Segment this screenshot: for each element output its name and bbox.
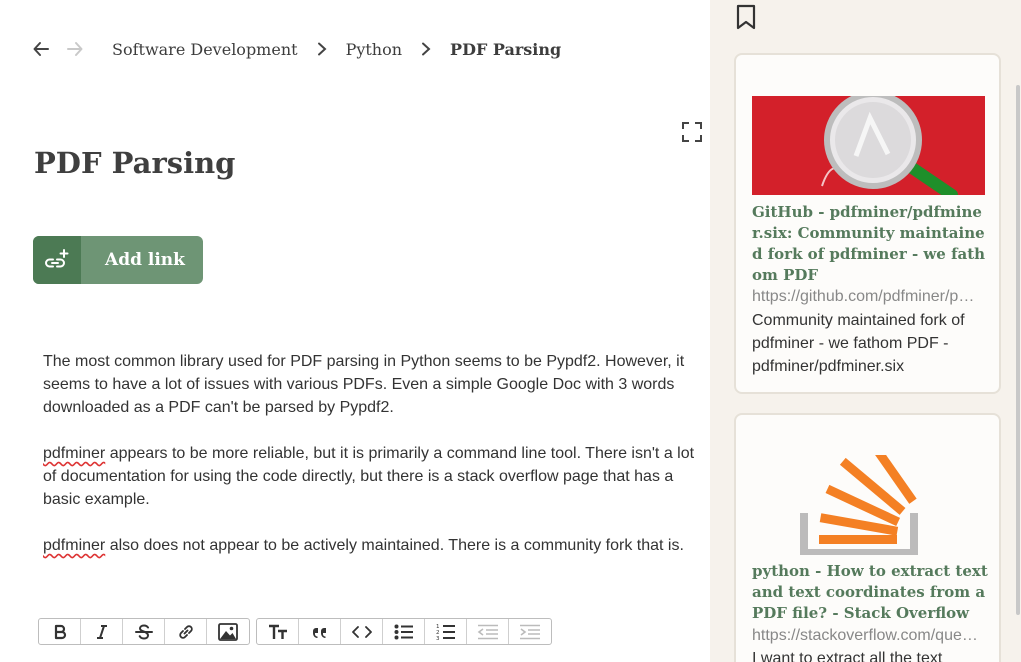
note-editor[interactable]: The most common library used for PDF par…	[43, 350, 703, 580]
format-toolbar: 123	[38, 618, 558, 645]
breadcrumb-item[interactable]: Software Development	[112, 40, 298, 59]
fullscreen-icon[interactable]	[681, 121, 703, 143]
page-title: PDF Parsing	[34, 146, 236, 180]
link-url: https://stackoverflow.com/questions/2289…	[752, 627, 982, 644]
breadcrumb-bar: Software Development Python PDF Parsing	[30, 36, 561, 62]
chevron-right-icon	[419, 42, 433, 56]
add-link-button[interactable]: Add link	[33, 236, 203, 284]
paragraph-text: appears to be more reliable, but it is p…	[43, 445, 695, 508]
link-card[interactable]: GitHub - pdfminer/pdfminer.six: Communit…	[734, 53, 1001, 394]
link-url: https://github.com/pdfminer/pdfminer.six	[752, 288, 982, 305]
indent-icon[interactable]	[509, 619, 551, 644]
bullet-list-icon[interactable]	[383, 619, 425, 644]
toolbar-group-block: 123	[256, 618, 552, 645]
breadcrumb-item[interactable]: Python	[346, 40, 402, 59]
link-title[interactable]: python - How to extract text and text co…	[752, 561, 988, 624]
misspelled-term: pdfminer	[43, 537, 106, 554]
svg-text:3: 3	[436, 636, 440, 641]
scrollbar[interactable]	[1016, 85, 1020, 615]
quote-icon[interactable]	[299, 619, 341, 644]
link-card[interactable]: python - How to extract text and text co…	[734, 413, 1001, 662]
breadcrumb-current: PDF Parsing	[450, 39, 562, 59]
paragraph-text: also does not appear to be actively main…	[105, 537, 684, 554]
paragraph: The most common library used for PDF par…	[43, 350, 703, 419]
strikethrough-icon[interactable]	[123, 619, 165, 644]
bookmark-icon[interactable]	[735, 4, 757, 30]
stackoverflow-logo	[752, 434, 985, 557]
toolbar-group-inline	[38, 618, 250, 645]
misspelled-term: pdfminer	[43, 445, 106, 462]
add-link-label: Add link	[105, 250, 185, 270]
heading-icon[interactable]	[257, 619, 299, 644]
italic-icon[interactable]	[81, 619, 123, 644]
numbered-list-icon[interactable]: 123	[425, 619, 467, 644]
bold-icon[interactable]	[39, 619, 81, 644]
code-icon[interactable]	[341, 619, 383, 644]
arrow-left-icon[interactable]	[30, 38, 52, 60]
link-description: I want to extract all the text	[752, 650, 943, 662]
link-thumbnail	[752, 96, 985, 195]
link-icon[interactable]	[165, 619, 207, 644]
add-link-icon	[33, 236, 81, 284]
chevron-right-icon	[315, 42, 329, 56]
outdent-icon[interactable]	[467, 619, 509, 644]
paragraph: pdfminer also does not appear to be acti…	[43, 534, 703, 557]
link-description: Community maintained fork of pdfminer - …	[752, 312, 965, 375]
arrow-right-icon[interactable]	[64, 38, 86, 60]
image-icon[interactable]	[207, 619, 249, 644]
paragraph-text: The most common library used for PDF par…	[43, 353, 685, 416]
paragraph: pdfminer appears to be more reliable, bu…	[43, 442, 703, 511]
link-title[interactable]: GitHub - pdfminer/pdfminer.six: Communit…	[752, 202, 988, 286]
